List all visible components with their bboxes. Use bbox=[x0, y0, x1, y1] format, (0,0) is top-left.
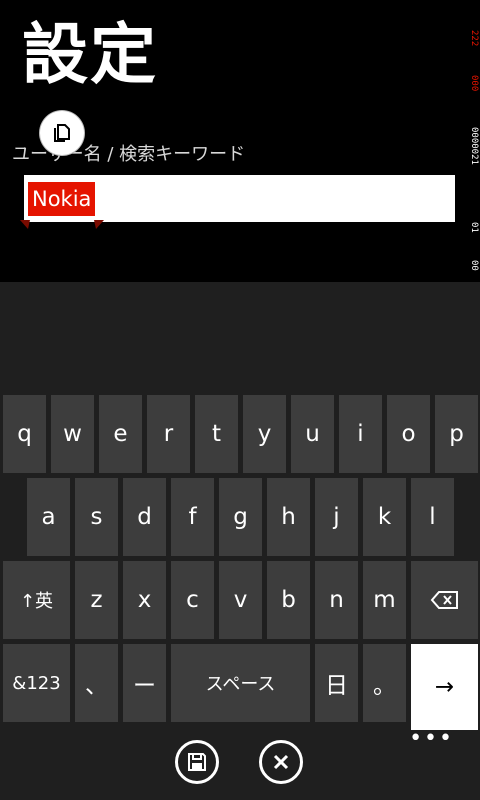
key-g[interactable]: g bbox=[219, 478, 262, 556]
enter-key[interactable]: → bbox=[411, 644, 478, 730]
save-icon bbox=[188, 753, 206, 771]
side-strip-line-4: 01 bbox=[469, 222, 479, 233]
save-button[interactable] bbox=[175, 740, 219, 784]
page-title: 設定 bbox=[22, 16, 158, 93]
key-i[interactable]: i bbox=[339, 395, 382, 473]
username-search-input[interactable]: Nokia bbox=[20, 175, 455, 229]
copy-button[interactable] bbox=[40, 111, 84, 155]
key-y[interactable]: y bbox=[243, 395, 286, 473]
key-c[interactable]: c bbox=[171, 561, 214, 639]
key-q[interactable]: q bbox=[3, 395, 46, 473]
key-t[interactable]: t bbox=[195, 395, 238, 473]
backspace-key[interactable] bbox=[411, 561, 478, 639]
key-k[interactable]: k bbox=[363, 478, 406, 556]
japanese-comma-key[interactable]: 、 bbox=[75, 644, 118, 722]
side-strip-line-1: 222 bbox=[469, 30, 479, 47]
key-r[interactable]: r bbox=[147, 395, 190, 473]
close-icon bbox=[273, 754, 289, 770]
key-n[interactable]: n bbox=[315, 561, 358, 639]
side-strip-line-2: 000 bbox=[469, 75, 479, 92]
key-o[interactable]: o bbox=[387, 395, 430, 473]
shift-english-key[interactable]: ↑英 bbox=[3, 561, 70, 639]
key-h[interactable]: h bbox=[267, 478, 310, 556]
key-e[interactable]: e bbox=[99, 395, 142, 473]
key-a[interactable]: a bbox=[27, 478, 70, 556]
software-keyboard: q w e r t y u i o p a s d f g h j k l ↑英… bbox=[0, 282, 480, 730]
selection-handle-left[interactable] bbox=[20, 220, 30, 229]
copy-icon bbox=[54, 124, 70, 142]
japanese-period-key[interactable]: 。 bbox=[363, 644, 406, 722]
side-strip-line-3: 0000021 bbox=[469, 127, 479, 165]
more-options-button[interactable]: ••• bbox=[409, 728, 454, 750]
selection-handle-right[interactable] bbox=[94, 220, 104, 229]
space-key[interactable]: スペース bbox=[171, 644, 310, 722]
key-d[interactable]: d bbox=[123, 478, 166, 556]
long-vowel-key[interactable]: ー bbox=[123, 644, 166, 722]
key-l[interactable]: l bbox=[411, 478, 454, 556]
key-z[interactable]: z bbox=[75, 561, 118, 639]
key-f[interactable]: f bbox=[171, 478, 214, 556]
key-j[interactable]: j bbox=[315, 478, 358, 556]
side-status-strip: 222 000 0000021 01 00 bbox=[466, 30, 480, 280]
key-u[interactable]: u bbox=[291, 395, 334, 473]
cancel-button[interactable] bbox=[259, 740, 303, 784]
selected-text: Nokia bbox=[28, 182, 96, 216]
key-v[interactable]: v bbox=[219, 561, 262, 639]
key-b[interactable]: b bbox=[267, 561, 310, 639]
side-strip-line-5: 00 bbox=[469, 260, 479, 271]
key-x[interactable]: x bbox=[123, 561, 166, 639]
backspace-icon bbox=[430, 591, 458, 609]
key-s[interactable]: s bbox=[75, 478, 118, 556]
kanji-key[interactable]: 日 bbox=[315, 644, 358, 722]
application-bar: ••• bbox=[0, 728, 480, 800]
key-w[interactable]: w bbox=[51, 395, 94, 473]
key-m[interactable]: m bbox=[363, 561, 406, 639]
numbers-symbols-key[interactable]: &123 bbox=[3, 644, 70, 722]
key-p[interactable]: p bbox=[435, 395, 478, 473]
